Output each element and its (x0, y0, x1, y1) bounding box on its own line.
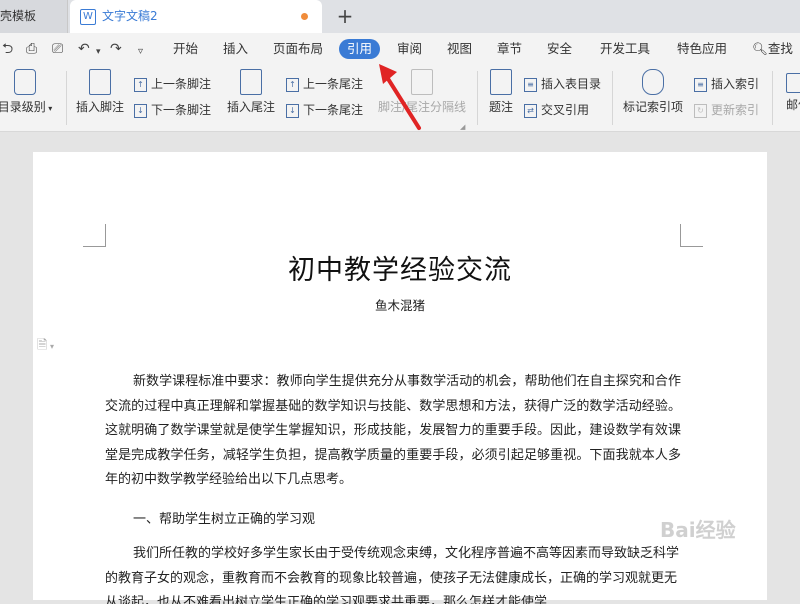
menu-view[interactable]: 视图 (447, 33, 472, 65)
new-tab-button[interactable]: + (334, 4, 356, 28)
tab-document[interactable]: W 文字文稿2 (70, 0, 322, 33)
menu-page-layout[interactable]: 页面布局 (273, 33, 323, 65)
tab-template[interactable]: 壳模板 (0, 0, 68, 33)
insert-footnote-button[interactable]: 插入脚注 (74, 69, 126, 115)
toc-level-dropdown-icon: ▾ (45, 104, 53, 113)
undo-icon[interactable]: ↶ (78, 41, 90, 57)
insert-footnote-label: 插入脚注 (75, 100, 124, 114)
watermark-logo: Bai经验 (660, 518, 736, 542)
search-label: 查找 (767, 41, 793, 56)
tab-template-label: 壳模板 (0, 9, 37, 23)
prev-footnote-button[interactable]: ↑ 上一条脚注 (134, 75, 211, 92)
menu-features[interactable]: 特色应用 (677, 33, 727, 65)
menu-sections[interactable]: 章节 (497, 33, 522, 65)
customize-dropdown-icon[interactable]: ▿ (138, 44, 143, 60)
update-index-icon: ↻ (694, 103, 707, 118)
cross-reference-icon: ⇄ (524, 103, 537, 118)
ribbon-separator (477, 71, 478, 125)
print-preview-icon[interactable]: ⎚ (52, 41, 63, 57)
redo-icon[interactable]: ↷ (110, 41, 122, 57)
print-icon[interactable]: ⎙ (26, 41, 37, 57)
insert-index-icon: ≡ (694, 77, 707, 92)
ribbon-separator (612, 71, 613, 125)
insert-table-of-figures-button[interactable]: ≡ 插入表目录 (524, 75, 601, 92)
mail-label: 邮件 (785, 98, 800, 112)
toc-level-button[interactable]: 目录级别 ▾ (0, 69, 56, 115)
next-endnote-button[interactable]: ↓ 下一条尾注 (286, 101, 363, 118)
margin-mark-top-right (680, 224, 703, 247)
next-endnote-label: 下一条尾注 (303, 103, 364, 117)
paragraph-layout-icon[interactable]: 🗎︎ ▾ (37, 336, 54, 358)
mark-index-entry-button[interactable]: 标记索引项 (620, 69, 686, 115)
document-title: 初中教学经验交流 (288, 255, 512, 286)
caption-label: 题注 (488, 100, 513, 114)
search-button[interactable]: 🔍︎查找 (752, 33, 793, 65)
section-heading-1: 一、帮助学生树立正确的学习观 (133, 512, 316, 527)
next-footnote-button[interactable]: ↓ 下一条脚注 (134, 101, 211, 118)
caption-icon (490, 69, 512, 95)
red-arrow-annotation (379, 64, 421, 130)
document-page[interactable]: 初中教学经验交流 鱼木混猪 🗎︎ ▾ 新数学课程标准中要求：教师向学生提供充分从… (33, 152, 767, 604)
insert-index-button[interactable]: ≡ 插入索引 (694, 75, 759, 92)
next-endnote-icon: ↓ (286, 103, 299, 118)
undo-dropdown-icon[interactable]: ▾ (96, 44, 101, 60)
unsaved-dot-icon (301, 13, 308, 20)
mail-icon (786, 73, 800, 93)
cross-reference-label: 交叉引用 (541, 103, 590, 117)
margin-mark-top-left (83, 224, 106, 247)
ribbon-separator (66, 71, 67, 125)
workspace-background (0, 132, 800, 152)
menu-references[interactable]: 引用 (339, 39, 381, 59)
redo-partial-icon[interactable]: ⮌ (2, 41, 13, 57)
insert-endnote-label: 插入尾注 (226, 100, 275, 114)
cross-reference-button[interactable]: ⇄ 交叉引用 (524, 101, 589, 118)
document-author: 鱼木混猪 (374, 298, 425, 313)
next-footnote-icon: ↓ (134, 103, 147, 118)
prev-footnote-label: 上一条脚注 (151, 77, 212, 91)
prev-endnote-label: 上一条尾注 (303, 77, 364, 91)
mail-button[interactable]: 邮件 (778, 69, 800, 113)
prev-footnote-icon: ↑ (134, 77, 147, 92)
insert-footnote-icon (89, 69, 111, 95)
prev-endnote-button[interactable]: ↑ 上一条尾注 (286, 75, 363, 92)
paragraph-intro: 新数学课程标准中要求：教师向学生提供充分从事数学活动的机会，帮助他们在自主探究和… (105, 374, 681, 487)
writer-doc-icon: W (80, 8, 96, 25)
menu-home[interactable]: 开始 (173, 33, 198, 65)
search-icon: 🔍︎ (752, 41, 768, 56)
toc-level-icon (14, 69, 36, 95)
update-index-label: 更新索引 (711, 103, 760, 117)
insert-endnote-button[interactable]: 插入尾注 (224, 69, 278, 115)
tab-document-label: 文字文稿2 (102, 9, 158, 23)
caption-button[interactable]: 题注 (484, 69, 518, 115)
table-of-figures-icon: ≡ (524, 77, 537, 92)
insert-table-of-figures-label: 插入表目录 (541, 77, 602, 91)
tab-bar: 壳模板 W 文字文稿2 + (0, 0, 800, 33)
insert-endnote-icon (240, 69, 262, 95)
mark-index-entry-label: 标记索引项 (622, 100, 683, 114)
ribbon-separator (772, 71, 773, 125)
paragraph-section-1: 我们所任教的学校好多学生家长由于受传统观念束缚，文化程序普遍不高等因素而导致缺乏… (105, 546, 680, 604)
insert-index-label: 插入索引 (711, 77, 760, 91)
next-footnote-label: 下一条脚注 (151, 103, 212, 117)
update-index-button[interactable]: ↻ 更新索引 (694, 101, 759, 118)
menu-insert[interactable]: 插入 (223, 33, 248, 65)
menu-developer[interactable]: 开发工具 (600, 33, 650, 65)
toc-level-label: 目录级别 (0, 100, 46, 114)
menu-security[interactable]: 安全 (547, 33, 572, 65)
prev-endnote-icon: ↑ (286, 77, 299, 92)
mark-index-icon (642, 69, 664, 95)
ribbon-group-expand-icon[interactable]: ◢ (460, 123, 465, 131)
